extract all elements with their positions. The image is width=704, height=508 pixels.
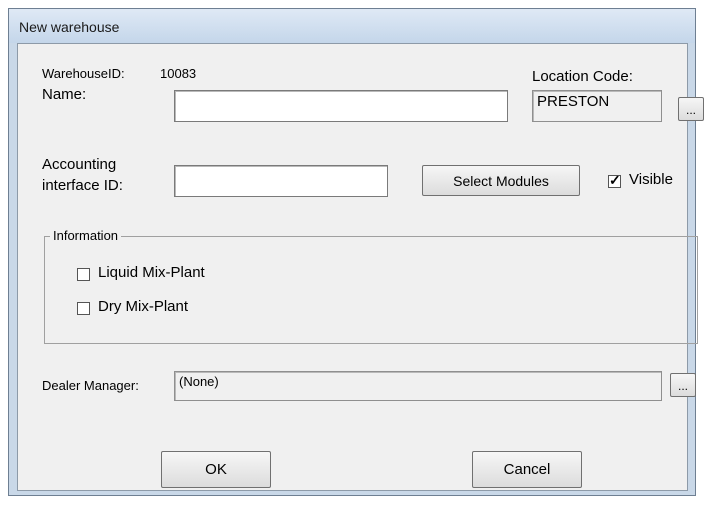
dealer-manager-label: Dealer Manager: xyxy=(42,378,139,393)
location-code-label: Location Code: xyxy=(532,68,633,85)
dry-mix-plant-label[interactable]: Dry Mix-Plant xyxy=(98,298,188,315)
ok-button[interactable]: OK xyxy=(161,451,271,488)
accounting-label-line1: Accounting xyxy=(42,156,117,173)
location-code-value: PRESTON xyxy=(537,93,610,110)
dealer-manager-field[interactable]: (None) xyxy=(174,371,662,401)
dealer-manager-value: (None) xyxy=(179,374,219,389)
liquid-mix-plant-label[interactable]: Liquid Mix-Plant xyxy=(98,264,205,281)
location-browse-button[interactable]: ... xyxy=(678,97,704,121)
cancel-button[interactable]: Cancel xyxy=(472,451,582,488)
location-code-field[interactable]: PRESTON xyxy=(532,90,662,122)
dialog-body: WarehouseID: 10083 Name: Location Code: … xyxy=(17,43,704,491)
checkmark-icon: ✓ xyxy=(609,172,621,188)
dealer-manager-browse-button[interactable]: ... xyxy=(670,373,696,397)
name-input[interactable] xyxy=(174,90,508,122)
information-group xyxy=(44,236,698,344)
name-label: Name: xyxy=(42,86,87,103)
select-modules-button[interactable]: Select Modules xyxy=(422,165,580,196)
visible-label[interactable]: Visible xyxy=(629,171,673,188)
visible-checkbox[interactable]: ✓ xyxy=(608,172,621,188)
information-group-title: Information xyxy=(50,228,122,243)
liquid-mix-plant-checkbox[interactable] xyxy=(77,268,90,281)
warehouse-id-label: WarehouseID: xyxy=(42,66,125,81)
accounting-interface-id-input[interactable] xyxy=(174,165,388,197)
dry-mix-plant-checkbox[interactable] xyxy=(77,302,90,315)
window-title: New warehouse xyxy=(19,19,120,35)
accounting-label-line2: interface ID: xyxy=(42,177,123,194)
warehouse-id-value: 10083 xyxy=(160,66,197,81)
title-bar[interactable]: New warehouse xyxy=(9,9,695,43)
dialog-window: New warehouse WarehouseID: 10083 Name: L… xyxy=(8,8,704,496)
